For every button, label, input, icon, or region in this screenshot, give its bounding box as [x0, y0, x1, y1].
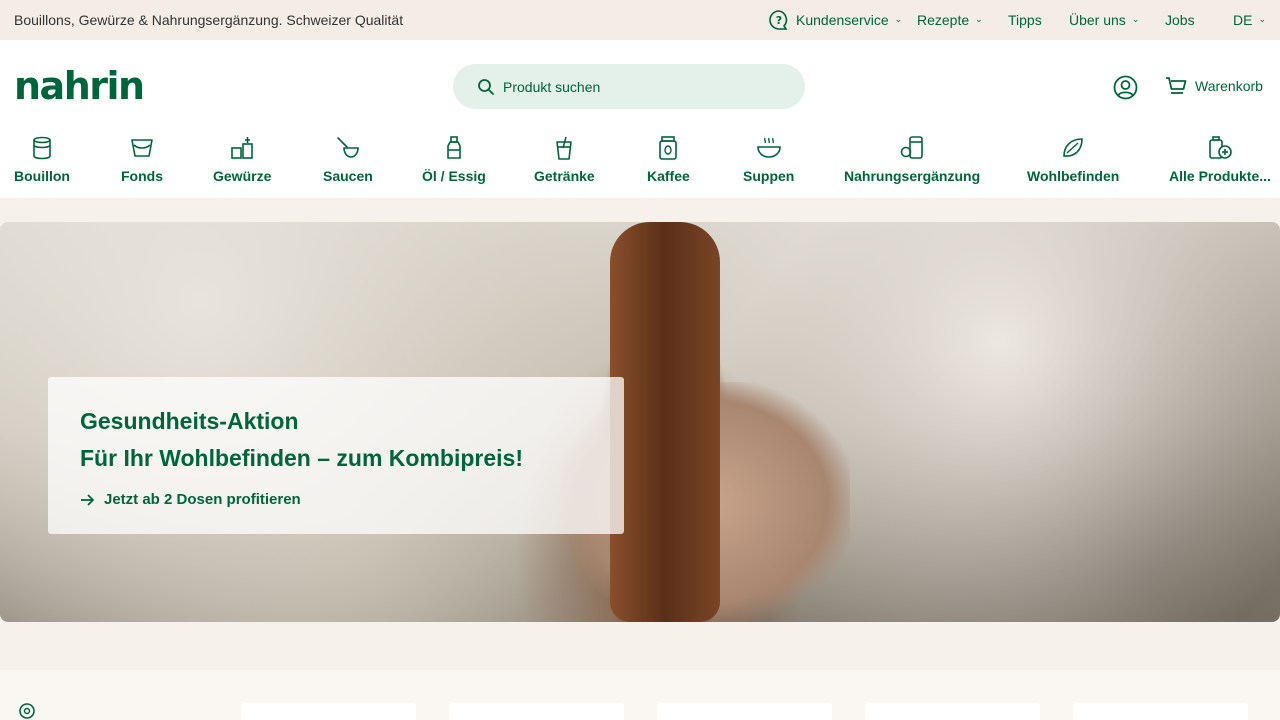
user-icon [1113, 75, 1138, 100]
oil-bottle-icon [447, 136, 461, 159]
language-selector[interactable]: DE ⌄ [1233, 0, 1266, 40]
header: nahrin Warenkorb Bouillon [0, 40, 1280, 198]
sauce-icon [337, 137, 359, 158]
about-menu[interactable]: Über uns ⌄ [1069, 0, 1139, 40]
hero-title-line2: Für Ihr Wohlbefinden – zum Kombipreis! [80, 445, 523, 471]
category-label: Nahrungsergänzung [844, 168, 981, 184]
cart-label: Warenkorb [1195, 78, 1263, 94]
help-chat-icon: ? [769, 10, 788, 30]
product-card[interactable] [449, 703, 624, 720]
search-bar[interactable] [453, 64, 805, 109]
hero-cta-link[interactable]: Jetzt ab 2 Dosen profitieren [80, 491, 301, 508]
logo[interactable]: nahrin [14, 64, 145, 108]
category-saucen[interactable]: Saucen [323, 136, 373, 188]
tips-label: Tipps [1008, 12, 1042, 28]
category-fonds[interactable]: Fonds [121, 136, 163, 188]
recipes-label: Rezepte [917, 12, 970, 28]
arrow-right-icon [81, 493, 94, 506]
search-icon [478, 78, 494, 95]
hero-card: Gesundheits-Aktion Für Ihr Wohlbefinden … [48, 377, 624, 534]
jobs-link[interactable]: Jobs [1165, 0, 1195, 40]
hero-title: Gesundheits-Aktion Für Ihr Wohlbefinden … [80, 403, 523, 477]
category-label: Gewürze [213, 168, 272, 184]
chevron-down-icon: ⌄ [1258, 13, 1266, 24]
product-card[interactable] [1073, 703, 1248, 720]
recipes-menu[interactable]: Rezepte ⌄ [917, 0, 983, 40]
category-gewuerze[interactable]: Gewürze [213, 136, 271, 188]
chevron-down-icon: ⌄ [894, 13, 903, 24]
tips-link[interactable]: Tipps [1008, 0, 1042, 40]
product-card[interactable] [657, 703, 832, 720]
about-label: Über uns [1069, 12, 1126, 28]
category-alle-produkte[interactable]: Alle Produkte... [1169, 136, 1271, 188]
coffee-icon [659, 136, 678, 160]
all-products-icon [1209, 136, 1232, 159]
category-label: Bouillon [14, 168, 70, 184]
category-label: Suppen [743, 168, 795, 184]
customer-service-menu[interactable]: ? Kundenservice ⌄ [768, 0, 902, 40]
customer-service-label: Kundenservice [796, 12, 889, 28]
jobs-label: Jobs [1165, 12, 1195, 28]
fonds-icon [131, 139, 153, 157]
product-card[interactable] [241, 703, 416, 720]
category-label: Kaffee [647, 168, 690, 184]
cart-button[interactable]: Warenkorb [1165, 75, 1263, 97]
top-bar: Bouillons, Gewürze & Nahrungsergänzung. … [0, 0, 1280, 40]
soup-icon [756, 137, 781, 158]
account-button[interactable] [1113, 75, 1138, 105]
cart-icon [1166, 77, 1187, 94]
wellbeing-icon [1063, 138, 1083, 157]
chevron-down-icon: ⌄ [1131, 13, 1140, 24]
spice-icon [231, 137, 253, 159]
search-input[interactable] [503, 78, 783, 95]
language-label: DE [1233, 12, 1253, 28]
svg-text:?: ? [776, 14, 782, 27]
category-label: Wohlbefinden [1027, 168, 1120, 184]
tagline: Bouillons, Gewürze & Nahrungsergänzung. … [14, 12, 404, 28]
category-oel-essig[interactable]: Öl / Essig [422, 136, 486, 188]
location-search-icon [19, 703, 35, 719]
hero-image-hair [610, 222, 720, 622]
chevron-down-icon: ⌄ [975, 13, 983, 24]
category-wohlbefinden[interactable]: Wohlbefinden [1027, 136, 1119, 188]
category-nahrungsergaenzung[interactable]: Nahrungsergänzung [844, 136, 980, 188]
supplement-icon [900, 136, 923, 159]
category-label: Saucen [323, 168, 373, 184]
category-label: Alle Produkte... [1169, 168, 1271, 184]
drink-icon [556, 136, 573, 160]
category-label: Öl / Essig [422, 168, 486, 184]
category-suppen[interactable]: Suppen [743, 136, 794, 188]
hero-cta-label: Jetzt ab 2 Dosen profitieren [104, 491, 301, 508]
category-kaffee[interactable]: Kaffee [647, 136, 690, 188]
category-bouillon[interactable]: Bouillon [14, 136, 70, 188]
bouillon-icon [33, 136, 51, 160]
hero-banner[interactable]: Gesundheits-Aktion Für Ihr Wohlbefinden … [0, 222, 1280, 622]
product-card[interactable] [865, 703, 1040, 720]
category-label: Fonds [121, 168, 163, 184]
category-getraenke[interactable]: Getränke [534, 136, 595, 188]
hero-title-line1: Gesundheits-Aktion [80, 408, 299, 434]
product-section [0, 670, 1280, 720]
category-label: Getränke [534, 168, 595, 184]
